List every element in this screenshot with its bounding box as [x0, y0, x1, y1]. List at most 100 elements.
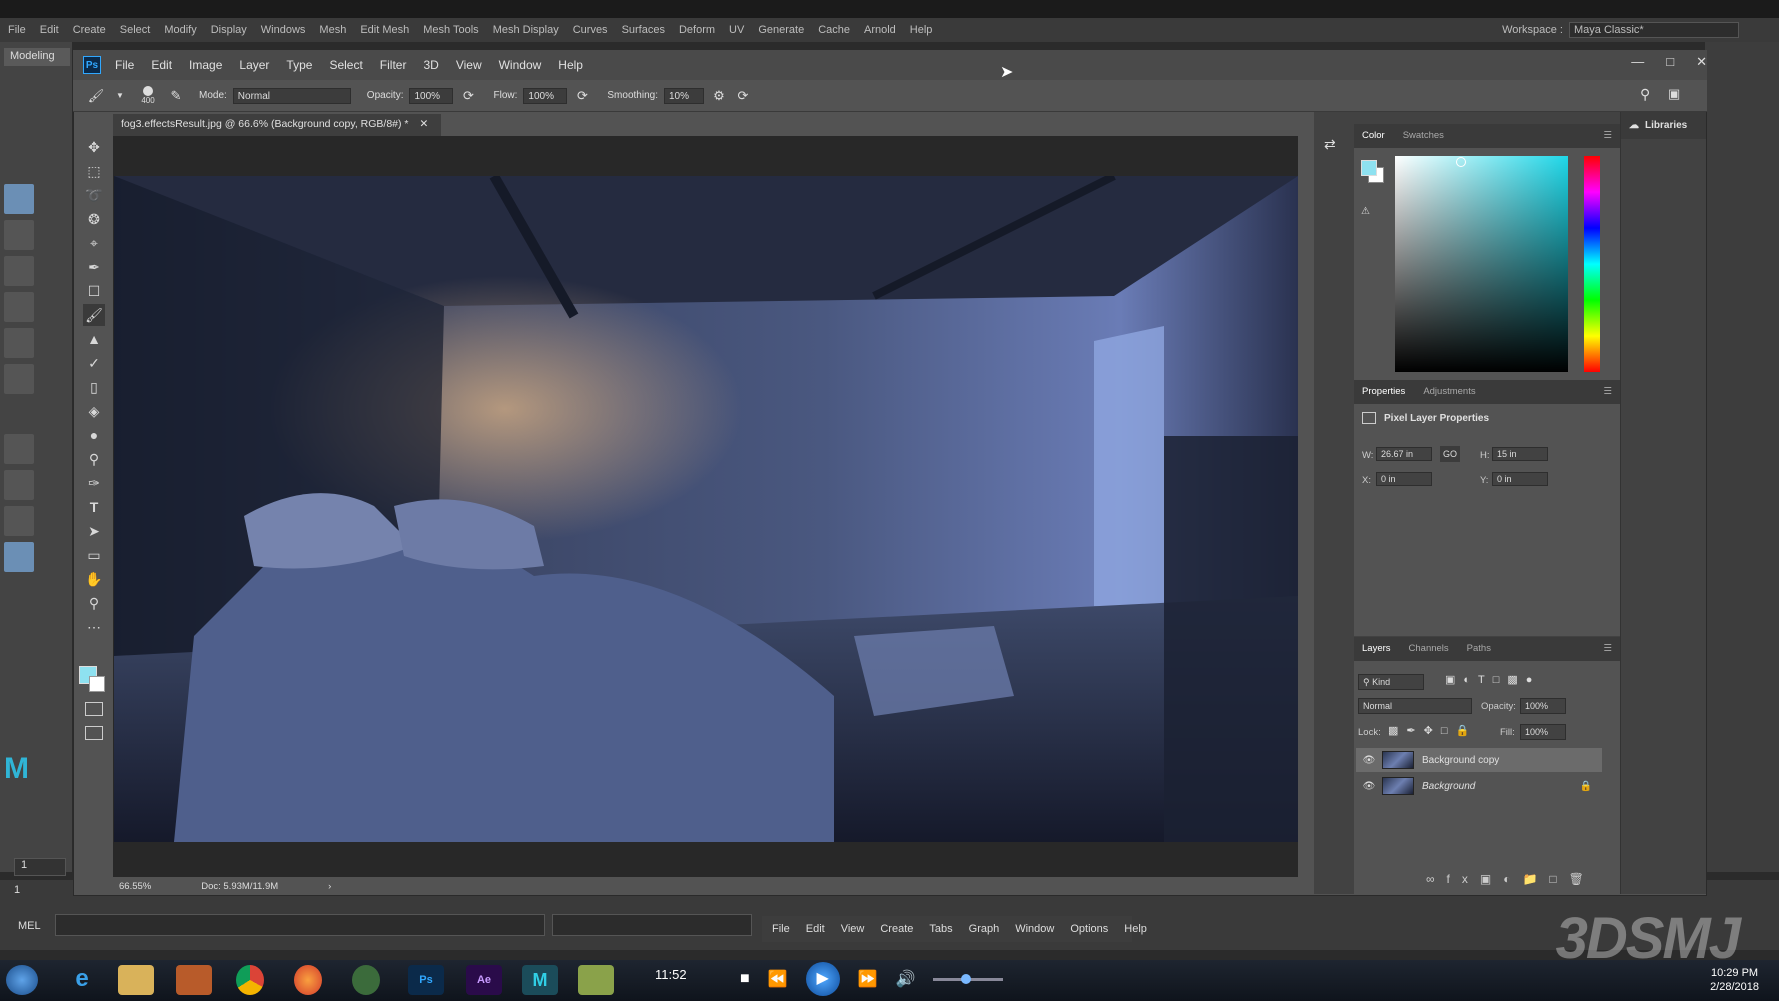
internet-explorer-icon[interactable]: e: [64, 965, 100, 995]
quick-mask-icon[interactable]: [85, 702, 103, 716]
layer-row-background-copy[interactable]: 👁 Background copy: [1356, 748, 1602, 772]
zoom-level[interactable]: 66.55%: [119, 881, 151, 892]
blur-tool-icon[interactable]: ●: [83, 424, 105, 446]
close-icon[interactable]: ✕: [1696, 54, 1707, 70]
maya-menu-file[interactable]: File: [8, 24, 26, 36]
link-icon[interactable]: GO: [1440, 446, 1460, 462]
layer-opacity-field[interactable]: 100%: [1520, 698, 1566, 714]
hyper-menu-graph[interactable]: Graph: [969, 923, 1000, 935]
mel-command-input[interactable]: [55, 914, 545, 936]
color-field[interactable]: [1395, 156, 1568, 372]
volume-slider[interactable]: [933, 973, 1004, 984]
brush-tool-icon[interactable]: 🖌: [87, 87, 105, 105]
frame-field[interactable]: 1: [14, 884, 20, 896]
screen-mode-icon[interactable]: [85, 726, 103, 740]
panel-menu-icon[interactable]: ☰: [1603, 643, 1612, 655]
layer-filter-icons[interactable]: ▣◐T□▩●: [1445, 673, 1540, 686]
volume-icon[interactable]: 🔊: [896, 969, 916, 989]
ps-menu-edit[interactable]: Edit: [151, 58, 172, 72]
move-tool-icon[interactable]: ✥: [83, 136, 105, 158]
maya-menu-cache[interactable]: Cache: [818, 24, 850, 36]
dodge-tool-icon[interactable]: ⚲: [83, 448, 105, 470]
system-clock[interactable]: 10:29 PM 2/28/2018: [1710, 966, 1759, 994]
maya-shelf-label[interactable]: Modeling: [4, 48, 70, 66]
ps-menu-layer[interactable]: Layer: [239, 58, 269, 72]
eraser-tool-icon[interactable]: ▯: [83, 376, 105, 398]
maya-scale-tool[interactable]: [4, 364, 34, 394]
tab-swatches[interactable]: Swatches: [1403, 130, 1444, 142]
workspace-select[interactable]: Maya Classic*: [1569, 22, 1739, 38]
stop-icon[interactable]: ■: [740, 970, 750, 988]
tab-color[interactable]: Color: [1362, 130, 1385, 142]
search-icon[interactable]: ⚲: [1640, 86, 1650, 103]
layers-footer-icons[interactable]: ∞fx▣◐📁□🗑: [1426, 872, 1596, 886]
volume-thumb[interactable]: [961, 973, 972, 984]
maya-menu-generate[interactable]: Generate: [758, 24, 804, 36]
ps-menu-file[interactable]: File: [115, 58, 134, 72]
background-color-swatch[interactable]: [89, 676, 105, 692]
width-field[interactable]: 26.67 in: [1376, 447, 1432, 461]
maya-menu-edit[interactable]: Edit: [40, 24, 59, 36]
hyper-menu-tabs[interactable]: Tabs: [929, 923, 952, 935]
pressure-opacity-icon[interactable]: ⟳: [459, 87, 477, 105]
minimize-icon[interactable]: —: [1631, 54, 1644, 70]
maya-menu-deform[interactable]: Deform: [679, 24, 715, 36]
path-select-tool-icon[interactable]: ➤: [83, 520, 105, 542]
timeline-start-field[interactable]: 1: [14, 858, 66, 876]
firefox-icon[interactable]: [294, 965, 322, 995]
history-panel-icon[interactable]: ⇄: [1324, 136, 1344, 153]
after-effects-taskbar-icon[interactable]: Ae: [466, 965, 502, 995]
workspace-switcher-icon[interactable]: ▣: [1668, 86, 1680, 102]
flow-field[interactable]: 100%: [523, 87, 568, 104]
ps-menu-help[interactable]: Help: [558, 58, 583, 72]
hyper-menu-edit[interactable]: Edit: [806, 923, 825, 935]
crop-tool-icon[interactable]: ⌖: [83, 232, 105, 254]
pen-tool-icon[interactable]: ✑: [83, 472, 105, 494]
file-explorer-icon[interactable]: [118, 965, 154, 995]
quick-select-tool-icon[interactable]: ❂: [83, 208, 105, 230]
vpn-shield-icon[interactable]: [352, 965, 380, 995]
eye-icon[interactable]: 👁: [1362, 755, 1376, 766]
layer-kind-filter[interactable]: ⚲ Kind: [1358, 674, 1424, 690]
hue-slider[interactable]: [1584, 156, 1600, 372]
hand-tool-icon[interactable]: ✋: [83, 568, 105, 590]
maya-menu-select[interactable]: Select: [120, 24, 151, 36]
eyedropper-tool-icon[interactable]: ✒: [83, 256, 105, 278]
hyper-menu-options[interactable]: Options: [1070, 923, 1108, 935]
layer-row-background[interactable]: 👁 Background 🔒: [1356, 774, 1602, 798]
maximize-icon[interactable]: □: [1666, 54, 1674, 70]
opacity-field[interactable]: 100%: [409, 87, 454, 104]
maya-menu-modify[interactable]: Modify: [164, 24, 196, 36]
healing-brush-tool-icon[interactable]: ☐: [83, 280, 105, 302]
mode-select[interactable]: Normal: [232, 87, 351, 104]
lasso-tool-icon[interactable]: ➰: [83, 184, 105, 206]
maya-menu-curves[interactable]: Curves: [573, 24, 608, 36]
maya-taskbar-icon[interactable]: M: [522, 965, 558, 995]
type-tool-icon[interactable]: T: [83, 496, 105, 518]
ps-menu-filter[interactable]: Filter: [380, 58, 407, 72]
maya-menu-uv[interactable]: UV: [729, 24, 744, 36]
start-button-icon[interactable]: [6, 965, 38, 995]
maya-menu-edit-mesh[interactable]: Edit Mesh: [360, 24, 409, 36]
hyper-menu-view[interactable]: View: [841, 923, 865, 935]
maya-menu-windows[interactable]: Windows: [261, 24, 306, 36]
maya-select-tool[interactable]: [4, 184, 34, 214]
photoshop-taskbar-icon[interactable]: Ps: [408, 965, 444, 995]
height-field[interactable]: 15 in: [1492, 447, 1548, 461]
chevron-down-icon[interactable]: ▼: [111, 87, 129, 105]
more-tools-icon[interactable]: ⋯: [83, 616, 105, 638]
chevron-right-icon[interactable]: ›: [328, 881, 331, 892]
maya-menu-display[interactable]: Display: [211, 24, 247, 36]
y-field[interactable]: 0 in: [1492, 472, 1548, 486]
ps-menu-type[interactable]: Type: [286, 58, 312, 72]
chrome-icon[interactable]: [236, 965, 264, 995]
document-tab[interactable]: fog3.effectsResult.jpg @ 66.6% (Backgrou…: [113, 114, 441, 136]
maya-menu-create[interactable]: Create: [73, 24, 106, 36]
pressure-size-icon[interactable]: ⟳: [734, 87, 752, 105]
x-field[interactable]: 0 in: [1376, 472, 1432, 486]
play-icon[interactable]: ▶: [805, 962, 840, 996]
gear-icon[interactable]: ⚙: [710, 87, 728, 105]
maya-layout-four[interactable]: [4, 470, 34, 500]
maya-move-tool[interactable]: [4, 292, 34, 322]
tab-channels[interactable]: Channels: [1409, 643, 1449, 655]
